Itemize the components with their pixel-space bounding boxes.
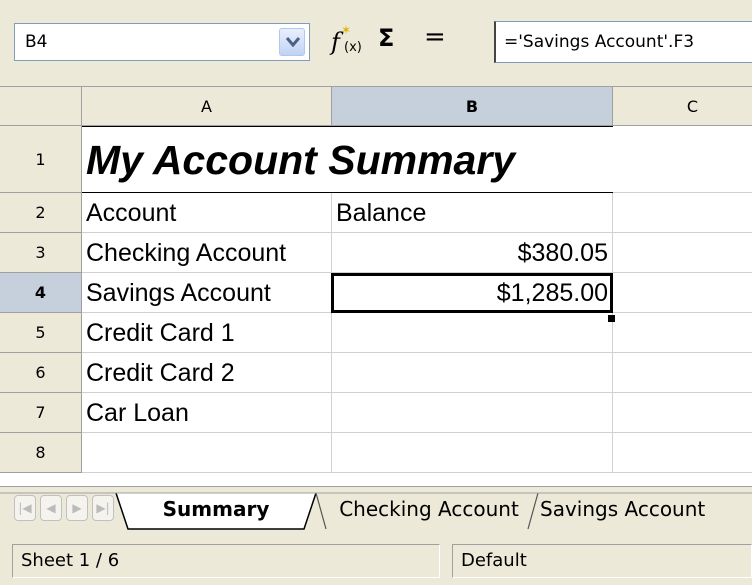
row-header-1[interactable]: 1 (0, 126, 82, 193)
cell-b5[interactable] (332, 313, 613, 353)
cell-a2[interactable]: Account (82, 193, 332, 233)
cell-c6[interactable] (613, 353, 752, 393)
cell-c3[interactable] (613, 233, 752, 273)
cell-b4[interactable]: $1,285.00 (332, 273, 613, 313)
column-header-c[interactable]: C (613, 86, 752, 126)
sheet-indicator: Sheet 1 / 6 (12, 544, 440, 578)
sheet-tab-bar: |◀ ◀ ▶ ▶| Summary Checking Account Savin… (0, 486, 752, 533)
select-all-corner[interactable] (0, 86, 82, 126)
cell-a5[interactable]: Credit Card 1 (82, 313, 332, 353)
cell-c2[interactable] (613, 193, 752, 233)
row-header-7[interactable]: 7 (0, 393, 82, 433)
cell-b8[interactable] (332, 433, 613, 473)
cell-b3[interactable]: $380.05 (332, 233, 613, 273)
name-box[interactable]: B4 (14, 23, 310, 61)
function-icon[interactable]: = (424, 22, 446, 52)
cell-a3[interactable]: Checking Account (82, 233, 332, 273)
name-box-value: B4 (25, 32, 48, 52)
cell-c1[interactable] (613, 126, 752, 193)
row-header-8[interactable]: 8 (0, 433, 82, 473)
cell-c7[interactable] (613, 393, 752, 433)
row-header-2[interactable]: 2 (0, 193, 82, 233)
chevron-down-icon[interactable] (279, 28, 305, 56)
formula-input[interactable]: ='Savings Account'.F3 (494, 21, 752, 63)
row-header-5[interactable]: 5 (0, 313, 82, 353)
tab-savings-account[interactable]: Savings Account (540, 491, 752, 529)
formula-bar: B4 ✶ f (x) Σ = ='Savings Account'.F3 (0, 0, 752, 86)
row-header-4[interactable]: 4 (0, 273, 82, 313)
formula-text: ='Savings Account'.F3 (504, 32, 695, 52)
column-header-b[interactable]: B (332, 86, 613, 126)
cell-c4[interactable] (613, 273, 752, 313)
cell-a1[interactable]: My Account Summary (82, 126, 613, 193)
row-header-6[interactable]: 6 (0, 353, 82, 393)
sum-icon[interactable]: Σ (378, 24, 394, 52)
cell-c5[interactable] (613, 313, 752, 353)
fill-handle[interactable] (608, 315, 615, 322)
function-wizard-icon[interactable]: ✶ f (x) (327, 22, 363, 62)
cell-a8[interactable] (82, 433, 332, 473)
cell-b7[interactable] (332, 393, 613, 433)
cell-b6[interactable] (332, 353, 613, 393)
cell-c8[interactable] (613, 433, 752, 473)
status-bar: Sheet 1 / 6 Default (0, 532, 752, 585)
cell-a4[interactable]: Savings Account (82, 273, 332, 313)
tab-checking-account[interactable]: Checking Account (324, 491, 534, 529)
cell-b2[interactable]: Balance (332, 193, 613, 233)
spreadsheet-grid: A B C 1 2 3 4 5 6 7 8 My Account Summary… (0, 86, 752, 486)
row-header-3[interactable]: 3 (0, 233, 82, 273)
cell-a7[interactable]: Car Loan (82, 393, 332, 433)
cell-a6[interactable]: Credit Card 2 (82, 353, 332, 393)
column-header-a[interactable]: A (82, 86, 332, 126)
page-style-indicator[interactable]: Default (452, 544, 752, 578)
tab-summary[interactable]: Summary (128, 491, 304, 529)
